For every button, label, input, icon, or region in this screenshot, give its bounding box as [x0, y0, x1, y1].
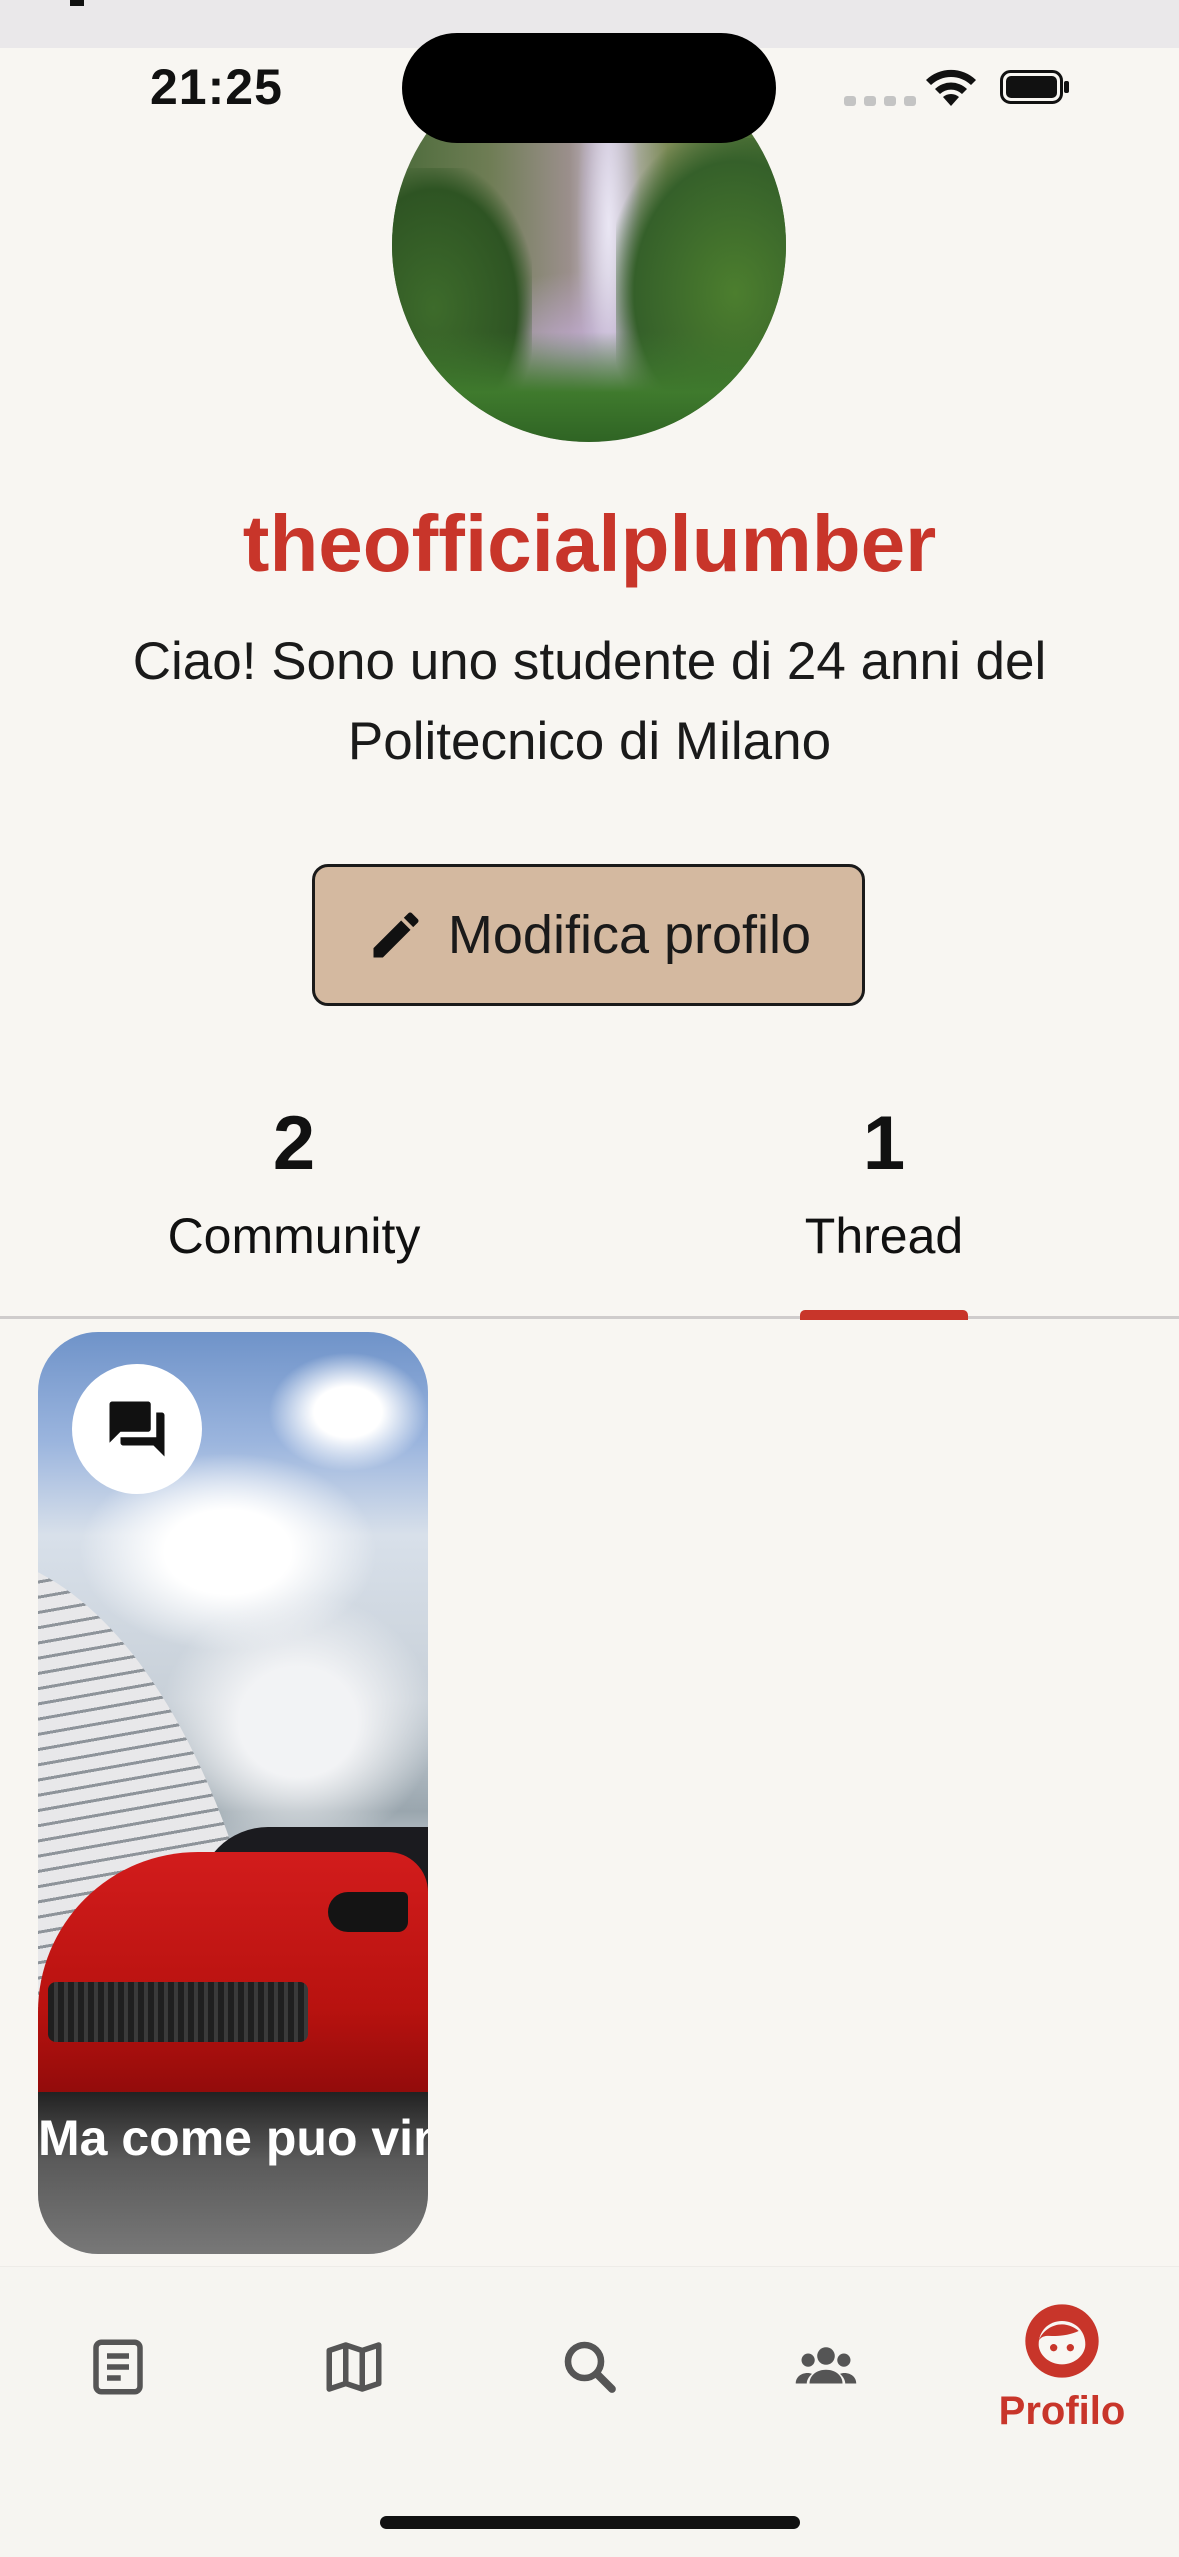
- thread-count: 1: [862, 1101, 906, 1186]
- thread-label: Thread: [804, 1208, 964, 1264]
- tab-map[interactable]: [236, 2267, 472, 2467]
- home-indicator: [380, 2516, 800, 2529]
- thread-caption: Ma come puo vincere la Me..: [38, 2110, 428, 2166]
- edit-profile-button[interactable]: Modifica profilo: [312, 864, 865, 1006]
- bottom-tab-bar: Profilo: [0, 2266, 1179, 2557]
- bio: Ciao! Sono uno studente di 24 anni del P…: [132, 632, 1047, 771]
- cellular-signal-icon: [844, 96, 916, 106]
- tab-profile-label: Profilo: [998, 2388, 1126, 2433]
- wifi-icon: [926, 69, 976, 106]
- pencil-icon: [373, 912, 419, 958]
- thread-badge: [72, 1364, 202, 1494]
- tab-indicator: [800, 1310, 968, 1320]
- tab-thread[interactable]: 1 Thread: [684, 1094, 1084, 1276]
- username: theofficialplumber: [242, 499, 937, 588]
- thread-card[interactable]: Ma come puo vincere la Me..: [38, 1332, 428, 2254]
- status-time: 21:25: [150, 59, 283, 115]
- dynamic-island: [402, 33, 776, 143]
- forum-icon: [109, 1401, 165, 1457]
- community-count: 2: [272, 1101, 316, 1186]
- tab-community[interactable]: 2 Community: [94, 1094, 494, 1276]
- community-label: Community: [167, 1208, 421, 1264]
- feed-icon: [93, 2339, 143, 2395]
- edit-profile-label: Modifica profilo: [447, 905, 812, 965]
- battery-icon: [1000, 70, 1069, 104]
- community-icon: [795, 2347, 857, 2384]
- profile-icon: [1025, 2303, 1099, 2378]
- tab-profile[interactable]: Profilo: [944, 2267, 1179, 2467]
- tab-communities[interactable]: [708, 2267, 944, 2467]
- search-icon: [564, 2341, 616, 2393]
- map-icon: [326, 2342, 382, 2392]
- tab-search[interactable]: [472, 2267, 708, 2467]
- tabs-divider: [0, 1316, 1179, 1319]
- tab-feed[interactable]: [0, 2267, 236, 2467]
